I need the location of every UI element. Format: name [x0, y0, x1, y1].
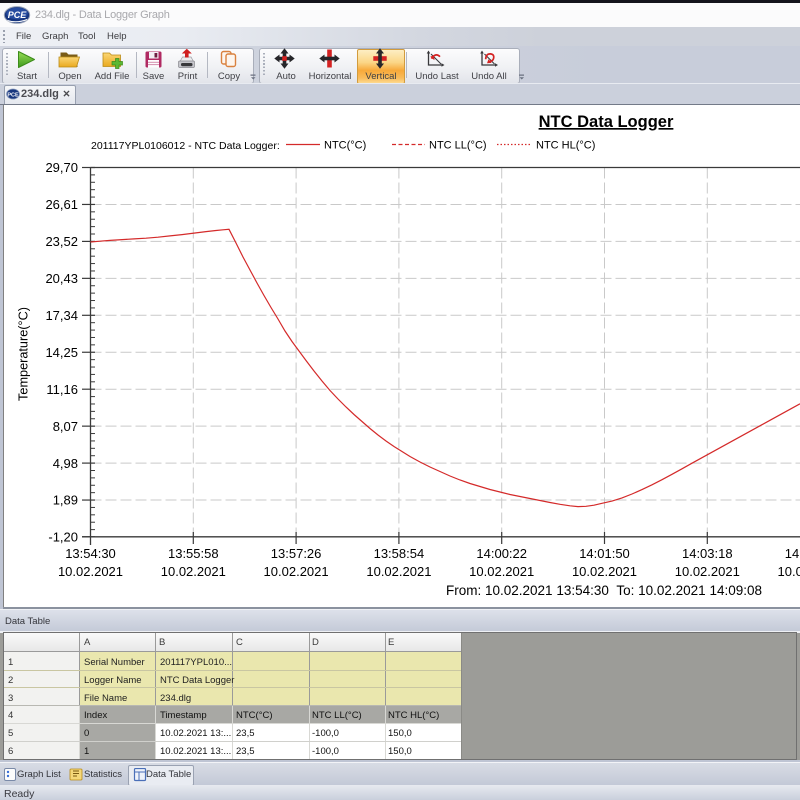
svg-text:26,61: 26,61	[45, 197, 78, 212]
svg-text:29,70: 29,70	[45, 160, 78, 175]
svg-text:10.02.2021: 10.02.2021	[58, 564, 123, 579]
svg-text:14:04:46: 14:04:46	[785, 546, 800, 561]
svg-text:14:01:50: 14:01:50	[579, 546, 630, 561]
svg-text:13:58:54: 13:58:54	[374, 546, 425, 561]
svg-text:-1,20: -1,20	[48, 530, 78, 545]
svg-text:10.02.2021: 10.02.2021	[675, 564, 740, 579]
svg-text:NTC Data Logger: NTC Data Logger	[539, 113, 674, 131]
svg-text:13:57:26: 13:57:26	[271, 546, 322, 561]
svg-text:14,25: 14,25	[45, 345, 78, 360]
svg-text:10.02.2021: 10.02.2021	[264, 564, 329, 579]
svg-text:NTC(°C): NTC(°C)	[324, 140, 366, 152]
svg-text:10.02.2021: 10.02.2021	[366, 564, 431, 579]
svg-text:PCE: PCE	[8, 10, 28, 20]
svg-text:201117YPL0106012 - NTC Data Lo: 201117YPL0106012 - NTC Data Logger:	[91, 140, 280, 152]
svg-text:10.02.2021: 10.02.2021	[778, 564, 800, 579]
svg-text:10.02.2021: 10.02.2021	[161, 564, 226, 579]
svg-text:14:00:22: 14:00:22	[476, 546, 527, 561]
svg-text:20,43: 20,43	[45, 271, 78, 286]
svg-text:From: 10.02.2021 13:54:30 To:: From: 10.02.2021 13:54:30 To: 10.02.2021…	[446, 583, 762, 598]
svg-text:14:03:18: 14:03:18	[682, 546, 733, 561]
svg-text:4,98: 4,98	[53, 456, 78, 471]
svg-text:NTC LL(°C): NTC LL(°C)	[429, 140, 487, 152]
svg-text:1,89: 1,89	[53, 493, 78, 508]
svg-text:10.02.2021: 10.02.2021	[572, 564, 637, 579]
svg-text:NTC HL(°C): NTC HL(°C)	[536, 140, 595, 152]
svg-text:23,52: 23,52	[45, 234, 78, 249]
svg-text:11,16: 11,16	[46, 382, 78, 397]
svg-text:13:54:30: 13:54:30	[65, 546, 116, 561]
svg-text:13:55:58: 13:55:58	[168, 546, 219, 561]
svg-text:8,07: 8,07	[53, 419, 78, 434]
svg-text:10.02.2021: 10.02.2021	[469, 564, 534, 579]
svg-text:PCE: PCE	[7, 92, 19, 98]
svg-text:Temperature(°C): Temperature(°C)	[17, 307, 31, 401]
svg-text:17,34: 17,34	[45, 308, 78, 323]
